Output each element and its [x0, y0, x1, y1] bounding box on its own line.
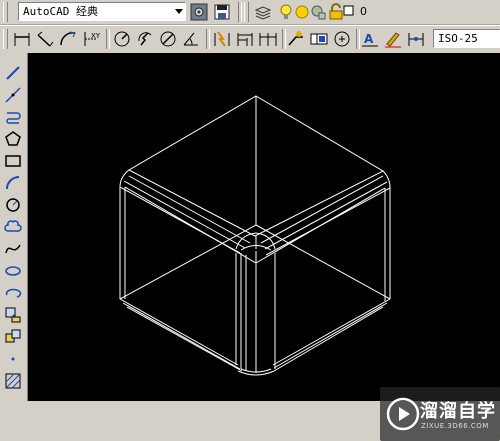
rectangle-icon — [5, 155, 21, 167]
dim-text-edit-icon — [385, 32, 401, 48]
toolbar-grip[interactable] — [244, 2, 249, 22]
diameter-icon — [160, 31, 176, 47]
linear-dimension-icon — [14, 33, 30, 46]
arc-length-icon — [60, 31, 76, 46]
quick-leader-button[interactable] — [286, 29, 306, 49]
linear-dimension-button[interactable] — [12, 29, 32, 49]
jogged-icon — [138, 32, 152, 46]
center-mark-icon — [334, 31, 350, 47]
arc-length-button[interactable] — [58, 29, 78, 49]
angular-icon — [183, 32, 198, 46]
construction-line-icon — [5, 87, 21, 103]
ellipse-arc-button[interactable] — [3, 283, 23, 303]
chevron-down-icon — [175, 9, 183, 14]
jogged-dimension-button[interactable] — [135, 29, 155, 49]
gear-icon — [190, 3, 208, 21]
line-icon — [6, 66, 20, 80]
aligned-dimension-icon — [37, 31, 54, 47]
ellipse-arc-icon — [5, 288, 22, 298]
save-workspace-button[interactable] — [212, 2, 232, 22]
center-mark-button[interactable] — [332, 29, 352, 49]
ellipse-button[interactable] — [3, 261, 23, 281]
separator — [206, 29, 210, 49]
isometric-box-drawing — [119, 95, 391, 376]
current-layer-name[interactable]: 0 — [360, 4, 367, 20]
tolerance-icon — [310, 33, 328, 45]
dimension-style-dropdown[interactable]: ISO-25 — [433, 29, 500, 48]
hatch-button[interactable] — [3, 371, 23, 391]
hatch-icon — [5, 373, 21, 389]
ellipse-icon — [5, 266, 21, 276]
diameter-dimension-button[interactable] — [158, 29, 178, 49]
quick-dimension-button[interactable] — [212, 29, 232, 49]
dimension-toolbar: XY A ISO-25 — [0, 25, 500, 54]
polyline-icon — [6, 112, 21, 124]
construction-line-button[interactable] — [3, 85, 23, 105]
leader-icon — [288, 31, 303, 46]
line-button[interactable] — [3, 63, 23, 83]
color-swatch-icon — [343, 5, 354, 16]
point-button[interactable] — [3, 349, 23, 369]
svg-text:A: A — [364, 32, 374, 46]
workspace-dropdown-value: AutoCAD 经典 — [23, 5, 98, 18]
separator — [238, 2, 242, 22]
draw-toolbar — [0, 53, 28, 401]
spline-button[interactable] — [3, 239, 23, 259]
ordinate-icon: XY — [84, 32, 101, 46]
workspace-settings-button[interactable] — [189, 2, 209, 22]
point-icon — [11, 357, 15, 361]
dimension-edit-button[interactable]: A — [360, 29, 380, 49]
revision-cloud-button[interactable] — [3, 217, 23, 237]
svg-text:XY: XY — [91, 32, 101, 40]
layers-icon — [254, 6, 272, 20]
arc-icon — [6, 176, 20, 190]
toolbar-grip[interactable] — [3, 29, 8, 49]
rectangle-button[interactable] — [3, 151, 23, 171]
cloud-icon — [4, 220, 22, 232]
toolbar-grip[interactable] — [3, 2, 8, 22]
angular-dimension-button[interactable] — [181, 29, 201, 49]
make-block-icon — [5, 329, 21, 343]
ordinate-dimension-button[interactable]: XY — [81, 29, 101, 49]
arc-button[interactable] — [3, 173, 23, 193]
dimension-text-edit-button[interactable] — [383, 29, 403, 49]
save-workspace-icon — [214, 4, 230, 20]
radius-dimension-button[interactable] — [112, 29, 132, 49]
circle-icon — [6, 198, 20, 212]
watermark: 溜溜自学 ZIXUE.3D66.COM — [380, 387, 500, 441]
spline-icon — [5, 244, 21, 254]
drawing-canvas[interactable]: 溜溜自学 ZIXUE.3D66.COM — [28, 53, 500, 441]
layer-color-swatch[interactable] — [342, 4, 356, 18]
continue-icon — [259, 33, 277, 46]
dim-update-icon — [408, 33, 424, 46]
continue-dimension-button[interactable] — [258, 29, 278, 49]
workspace-layer-toolbar: AutoCAD 经典 0 — [0, 0, 500, 25]
insert-block-button[interactable] — [3, 305, 23, 325]
layer-manager-button[interactable] — [253, 2, 273, 22]
polygon-button[interactable] — [3, 129, 23, 149]
viewport-sun-icon — [311, 5, 326, 20]
polygon-icon — [5, 131, 21, 146]
layer-viewport-freeze-toggle[interactable] — [308, 2, 328, 22]
dimension-update-button[interactable] — [406, 29, 426, 49]
separator — [106, 29, 110, 49]
workspace-dropdown[interactable]: AutoCAD 经典 — [18, 2, 186, 21]
aligned-dimension-button[interactable] — [35, 29, 55, 49]
dim-edit-icon: A — [362, 32, 378, 47]
tolerance-button[interactable] — [309, 29, 329, 49]
radius-icon — [114, 31, 130, 47]
polyline-button[interactable] — [3, 107, 23, 127]
insert-block-icon — [5, 307, 21, 323]
baseline-dimension-button[interactable] — [235, 29, 255, 49]
play-logo-icon — [386, 397, 420, 431]
quick-dimension-icon — [214, 31, 230, 47]
baseline-icon — [237, 33, 253, 46]
circle-button[interactable] — [3, 195, 23, 215]
dimension-style-value: ISO-25 — [438, 32, 478, 45]
watermark-url: ZIXUE.3D66.COM — [421, 422, 489, 430]
make-block-button[interactable] — [3, 327, 23, 347]
